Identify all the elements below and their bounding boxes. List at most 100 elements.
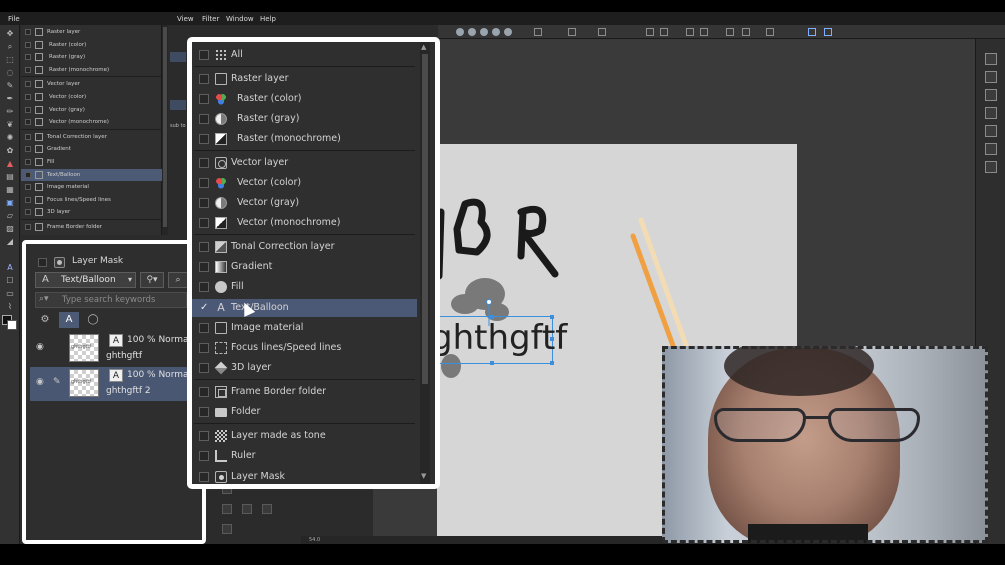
eye-icon[interactable]: ◉ bbox=[36, 378, 47, 387]
menu-item-checkbox[interactable] bbox=[199, 114, 209, 124]
layer-property-icon[interactable] bbox=[985, 125, 997, 137]
list-item-checkbox[interactable] bbox=[25, 119, 31, 126]
menu-item[interactable]: Gradient bbox=[192, 258, 417, 276]
list-item-checkbox[interactable] bbox=[25, 54, 31, 61]
option-tool-icon[interactable] bbox=[568, 28, 576, 36]
subtool-button-4[interactable] bbox=[262, 504, 272, 514]
select-tool-icon[interactable]: ⬚ bbox=[4, 55, 16, 65]
list-item[interactable]: Vector (color) bbox=[21, 91, 162, 103]
list-item-checkbox[interactable] bbox=[25, 29, 31, 35]
option-toggle-icon[interactable] bbox=[824, 28, 832, 36]
menu-item[interactable]: Layer made as tone bbox=[192, 427, 417, 445]
layer-row-selected[interactable]: ◉ ✎ ghthgftf A 100 % Normal ghthgftf 2 bbox=[30, 367, 191, 401]
ruler-tool-icon[interactable]: ▨ bbox=[4, 224, 16, 234]
menu-item-checkbox[interactable] bbox=[199, 50, 209, 60]
menu-item-checkbox[interactable] bbox=[199, 178, 209, 188]
filter-balloon-icon[interactable]: ◯ bbox=[83, 312, 103, 328]
fill-tool-icon[interactable]: ▲ bbox=[4, 159, 16, 169]
airbrush-tool-icon[interactable]: ✺ bbox=[4, 133, 16, 143]
list-item[interactable]: Raster (color) bbox=[21, 39, 162, 51]
menu-item-checkbox[interactable] bbox=[199, 242, 209, 252]
menu-window[interactable]: Window bbox=[226, 15, 254, 23]
menu-item-checkbox[interactable] bbox=[199, 363, 209, 373]
zoom-value[interactable]: 54.0 bbox=[309, 537, 320, 543]
lasso-tool-icon[interactable]: ◌ bbox=[4, 68, 16, 78]
layer-filter-button[interactable]: ⚲▾ bbox=[140, 272, 164, 288]
menu-item[interactable]: Focus lines/Speed lines bbox=[192, 339, 417, 357]
eyedropper-tool-icon[interactable]: ✎ bbox=[4, 81, 16, 91]
layer-row[interactable]: ◉ ghthgftf A 100 % Normal ghthgftf bbox=[30, 332, 191, 366]
layer-mask-checkbox[interactable] bbox=[38, 258, 47, 267]
list-item[interactable]: Vector (monochrome) bbox=[21, 116, 162, 128]
menu-scrollbar[interactable]: ▲ ▼ bbox=[420, 42, 430, 484]
pen-tool-icon[interactable]: ✒ bbox=[4, 94, 16, 104]
list-item[interactable]: Gradient bbox=[21, 143, 162, 155]
menu-item-checkbox[interactable] bbox=[199, 134, 209, 144]
list-item-checkbox[interactable] bbox=[25, 184, 31, 191]
menu-item[interactable]: Layer Mask bbox=[192, 468, 417, 484]
menu-item[interactable]: Ruler bbox=[192, 447, 417, 465]
check-icon[interactable]: ✓ bbox=[200, 299, 208, 317]
subtool-tab-2[interactable] bbox=[170, 100, 186, 110]
list-item[interactable]: Vector (gray) bbox=[21, 104, 162, 116]
list-item[interactable]: Tonal Correction layer bbox=[21, 131, 162, 143]
list-item[interactable]: Raster (monochrome) bbox=[21, 64, 162, 76]
option-tool-icon[interactable] bbox=[534, 28, 542, 36]
menu-item[interactable]: Raster layer bbox=[192, 70, 417, 88]
menu-file[interactable]: File bbox=[8, 15, 20, 23]
option-tool-icon[interactable] bbox=[700, 28, 708, 36]
figure-tool-icon[interactable]: ▦ bbox=[4, 185, 16, 195]
menu-item-checkbox[interactable] bbox=[199, 94, 209, 104]
list-item-checkbox[interactable] bbox=[25, 209, 31, 216]
option-tool-icon[interactable] bbox=[742, 28, 750, 36]
menu-item[interactable]: Fill bbox=[192, 278, 417, 296]
color-palette-icon[interactable] bbox=[985, 89, 997, 101]
list-item-checkbox[interactable] bbox=[25, 81, 31, 88]
option-color-icon[interactable] bbox=[456, 28, 464, 36]
menu-item-checkbox[interactable] bbox=[199, 472, 209, 482]
menu-item-checkbox[interactable] bbox=[199, 218, 209, 228]
menu-item[interactable]: Folder bbox=[192, 403, 417, 421]
option-tool-icon[interactable] bbox=[766, 28, 774, 36]
line-tool-icon[interactable]: ◢ bbox=[4, 237, 16, 247]
menu-item[interactable]: Image material bbox=[192, 319, 417, 337]
balloon-tool-icon[interactable]: ☐ bbox=[4, 276, 16, 286]
list-item-checkbox[interactable] bbox=[25, 159, 31, 165]
list-item-checkbox[interactable] bbox=[25, 41, 31, 48]
scrollbar-thumb[interactable] bbox=[422, 54, 428, 384]
menu-item-checkbox[interactable] bbox=[199, 158, 209, 168]
list-item[interactable]: Image material bbox=[21, 181, 162, 193]
sub-view-icon[interactable] bbox=[985, 71, 997, 83]
sub-color-swatch[interactable] bbox=[7, 320, 17, 330]
gradient-tool-icon[interactable]: ▤ bbox=[4, 172, 16, 182]
filter-text-icon[interactable]: A bbox=[59, 312, 79, 328]
menu-item-checkbox[interactable] bbox=[199, 343, 209, 353]
menu-item[interactable]: Vector layer bbox=[192, 154, 417, 172]
menu-item[interactable]: ✓ A Text/Balloon bbox=[192, 299, 417, 317]
list-item-checkbox[interactable] bbox=[25, 146, 31, 153]
list-item[interactable]: Focus lines/Speed lines bbox=[21, 194, 162, 206]
frame-tool-icon[interactable]: ▣ bbox=[4, 198, 16, 208]
list-item-checkbox[interactable] bbox=[25, 171, 31, 178]
option-tool-icon[interactable] bbox=[660, 28, 668, 36]
navigator-icon[interactable] bbox=[985, 53, 997, 65]
menu-help[interactable]: Help bbox=[260, 15, 276, 23]
material-icon[interactable] bbox=[985, 143, 997, 155]
menu-item[interactable]: Frame Border folder bbox=[192, 383, 417, 401]
list-item[interactable]: Raster layer bbox=[21, 26, 162, 38]
eraser-tool-icon[interactable]: ▱ bbox=[4, 211, 16, 221]
list-item-checkbox[interactable] bbox=[25, 106, 31, 113]
brush-tool-icon[interactable]: ❦ bbox=[4, 120, 16, 130]
menu-item-checkbox[interactable] bbox=[199, 262, 209, 272]
list-item[interactable]: Frame Border folder bbox=[21, 221, 162, 233]
list-item[interactable]: Text/Balloon bbox=[21, 168, 162, 181]
move-tool-icon[interactable]: ✥ bbox=[4, 29, 16, 39]
correct-line-tool-icon[interactable]: ▭ bbox=[4, 289, 16, 299]
list-item-checkbox[interactable] bbox=[25, 66, 31, 73]
list-item[interactable]: Raster (gray) bbox=[21, 51, 162, 63]
option-color-icon[interactable] bbox=[480, 28, 488, 36]
menu-item-checkbox[interactable] bbox=[199, 451, 209, 461]
menu-item[interactable]: Raster (color) bbox=[192, 90, 417, 108]
menu-item-checkbox[interactable] bbox=[199, 74, 209, 84]
info-icon[interactable] bbox=[985, 107, 997, 119]
